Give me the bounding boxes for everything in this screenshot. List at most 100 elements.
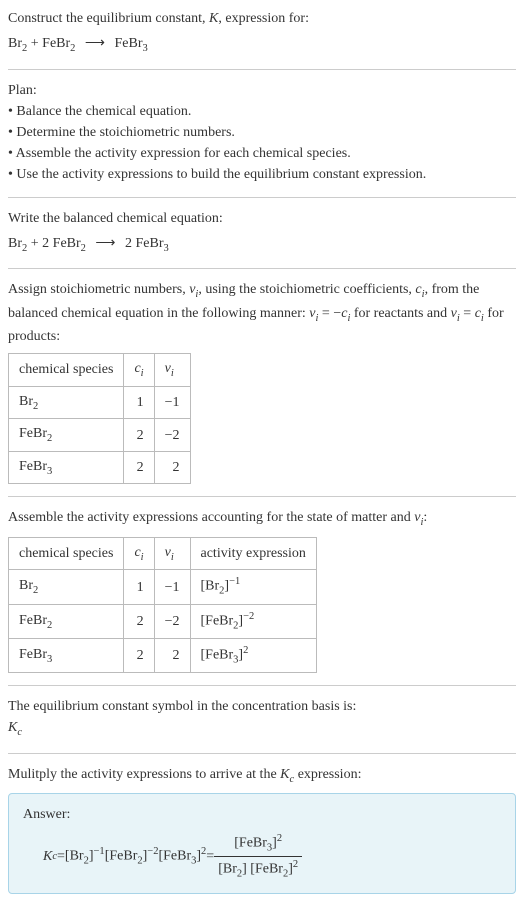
sp: FeBr	[19, 613, 47, 628]
col-activity: activity expression	[190, 537, 316, 570]
rel: =	[460, 306, 475, 321]
numerator: [FeBr3]2	[214, 831, 302, 857]
table-row: Br2 1 −1 [Br2]−1	[9, 570, 317, 604]
table-header-row: chemical species ci νi	[9, 354, 191, 387]
sub: 2	[47, 433, 52, 444]
cell-c: 2	[124, 638, 154, 672]
ae-sp: Br	[205, 579, 219, 594]
plus: +	[27, 36, 42, 51]
multiply-text-b: expression:	[294, 767, 361, 782]
sp: FeBr	[19, 647, 47, 662]
col-nu: νi	[154, 354, 190, 387]
subscript: 3	[163, 242, 168, 253]
rel: = −	[318, 306, 341, 321]
subscript: 2	[81, 242, 86, 253]
unbalanced-equation: Br2 + FeBr2 ⟶ FeBr3	[8, 33, 516, 57]
plan-item: Balance the chemical equation.	[8, 101, 516, 122]
assign-text: , using the stoichiometric coefficients,	[198, 282, 415, 297]
activity-table: chemical species ci νi activity expressi…	[8, 537, 317, 673]
cell-activity: [Br2]−1	[190, 570, 316, 604]
lb: [FeBr	[158, 849, 191, 864]
answer-box: Answer: Kc = [Br2]−1 [FeBr2]−2 [FeBr3]2 …	[8, 793, 516, 893]
arrow: ⟶	[95, 236, 115, 251]
sub-i: i	[141, 368, 144, 379]
ae-sp: FeBr	[205, 648, 233, 663]
cell-species: FeBr2	[9, 604, 124, 638]
sub: 2	[33, 401, 38, 412]
sp: FeBr	[19, 426, 47, 441]
divider	[8, 753, 516, 754]
cell-activity: [FeBr3]2	[190, 638, 316, 672]
sub-i: i	[171, 368, 174, 379]
divider	[8, 69, 516, 70]
fraction: [FeBr3]2 [Br2] [FeBr2]2	[214, 831, 302, 882]
lb: [FeBr	[247, 862, 283, 877]
plan-item: Determine the stoichiometric numbers.	[8, 122, 516, 143]
K-symbol: K	[209, 11, 218, 26]
divider	[8, 685, 516, 686]
exp: 2	[277, 833, 282, 844]
col-c: ci	[124, 354, 154, 387]
cell-c: 2	[124, 419, 154, 452]
sub: 3	[47, 466, 52, 477]
subscript: 3	[142, 43, 147, 54]
eq: =	[57, 846, 65, 867]
assign-section: Assign stoichiometric numbers, νi, using…	[8, 279, 516, 484]
denominator: [Br2] [FeBr2]2	[214, 857, 302, 882]
cell-c: 2	[124, 604, 154, 638]
term: [Br2]−1	[65, 844, 105, 869]
cell-species: FeBr3	[9, 451, 124, 484]
cell-species: FeBr2	[9, 419, 124, 452]
cell-nu: 2	[154, 451, 190, 484]
cell-activity: [FeBr2]−2	[190, 604, 316, 638]
kc-expression: Kc = [Br2]−1 [FeBr2]−2 [FeBr3]2 = [FeBr3…	[43, 831, 501, 882]
table-header-row: chemical species ci νi activity expressi…	[9, 537, 317, 570]
cell-species: Br2	[9, 570, 124, 604]
multiply-section: Mulitply the activity expressions to arr…	[8, 764, 516, 894]
cell-species: Br2	[9, 386, 124, 419]
col-species: chemical species	[9, 537, 124, 570]
species: Br	[8, 236, 22, 251]
sub: 2	[33, 585, 38, 596]
exp: −1	[94, 846, 105, 857]
cell-nu: −1	[154, 570, 190, 604]
ae-sub: 3	[233, 654, 238, 665]
assign-text: for reactants and	[350, 306, 450, 321]
plan-list: Balance the chemical equation. Determine…	[8, 101, 516, 185]
exp: −2	[147, 846, 158, 857]
divider	[8, 496, 516, 497]
table-row: FeBr2 2 −2	[9, 419, 191, 452]
balanced-equation: Br2 + 2 FeBr2 ⟶ 2 FeBr3	[8, 233, 516, 257]
plan-item: Use the activity expressions to build th…	[8, 164, 516, 185]
arrow: ⟶	[85, 36, 105, 51]
intro-text-b: , expression for:	[218, 11, 309, 26]
exp: 2	[293, 859, 298, 870]
sp: Br	[19, 394, 33, 409]
species: FeBr	[135, 236, 163, 251]
cell-nu: −1	[154, 386, 190, 419]
Kc-symbol: Kc	[8, 717, 516, 741]
plan-item: Assemble the activity expression for eac…	[8, 143, 516, 164]
species: FeBr	[42, 36, 70, 51]
symbol-section: The equilibrium constant symbol in the c…	[8, 696, 516, 741]
colon: :	[423, 510, 427, 525]
answer-label: Answer:	[23, 804, 501, 825]
plus: +	[27, 236, 42, 251]
plan-section: Plan: Balance the chemical equation. Det…	[8, 80, 516, 185]
sp: Br	[19, 578, 33, 593]
stoich-table: chemical species ci νi Br2 1 −1 FeBr2 2 …	[8, 353, 191, 484]
col-species: chemical species	[9, 354, 124, 387]
table-row: FeBr2 2 −2 [FeBr2]−2	[9, 604, 317, 638]
cell-nu: −2	[154, 604, 190, 638]
sub: 2	[47, 619, 52, 630]
sub-i: i	[141, 552, 144, 563]
table-row: Br2 1 −1	[9, 386, 191, 419]
species: FeBr	[114, 36, 142, 51]
intro-text: Construct the equilibrium constant,	[8, 11, 209, 26]
K: K	[43, 846, 52, 867]
species: FeBr	[53, 236, 81, 251]
assemble-text: Assemble the activity expressions accoun…	[8, 510, 414, 525]
ae-sp: FeBr	[205, 613, 233, 628]
coef: 2	[125, 236, 136, 251]
lb: [FeBr	[105, 849, 138, 864]
